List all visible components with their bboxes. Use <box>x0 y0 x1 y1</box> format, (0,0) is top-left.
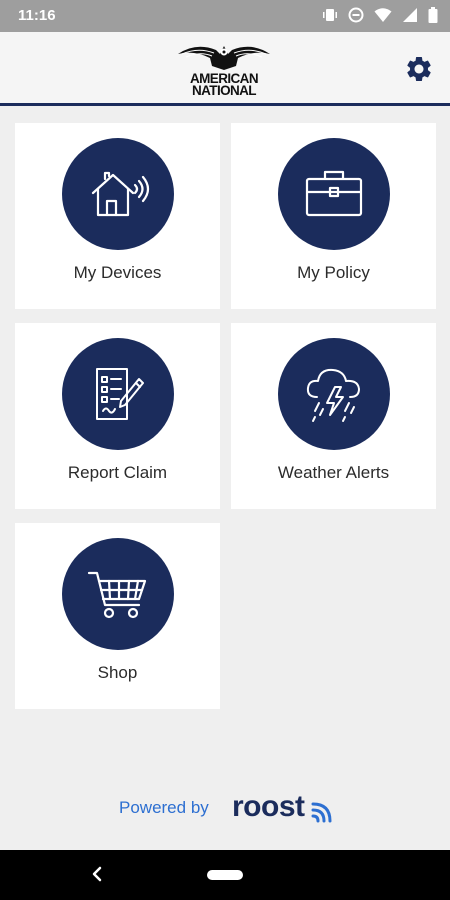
back-chevron-icon <box>92 866 102 882</box>
roost-logo-text: roost <box>232 790 305 823</box>
home-pill-button[interactable] <box>207 870 243 880</box>
weather-alerts-icon-circle <box>278 338 390 450</box>
battery-icon <box>428 7 438 23</box>
smart-home-icon <box>91 171 150 217</box>
powered-by-text: Powered by <box>119 798 209 817</box>
storm-cloud-icon <box>306 368 360 422</box>
shop-tile[interactable]: Shop <box>15 523 220 709</box>
do-not-disturb-icon <box>348 7 364 23</box>
shop-icon-circle <box>62 538 174 650</box>
status-bar: 11:16 <box>0 0 450 32</box>
briefcase-icon <box>305 170 363 217</box>
vibrate-icon <box>322 7 338 23</box>
my-devices-icon-circle <box>62 138 174 250</box>
eagle-icon <box>178 46 270 70</box>
tile-label: My Devices <box>73 263 162 282</box>
tile-label: Report Claim <box>67 463 168 482</box>
status-icons <box>322 7 438 23</box>
powered-by-roost: Powered by roost <box>0 788 450 832</box>
my-policy-tile[interactable]: My Policy <box>231 123 436 309</box>
weather-alerts-tile[interactable]: Weather Alerts <box>231 323 436 509</box>
my-devices-tile[interactable]: My Devices <box>15 123 220 309</box>
tile-label: My Policy <box>297 263 370 282</box>
tile-label: Weather Alerts <box>277 463 390 482</box>
gear-icon <box>407 56 431 81</box>
claim-form-icon <box>96 368 144 420</box>
tile-label: Shop <box>97 663 138 682</box>
status-time: 11:16 <box>18 7 56 24</box>
wifi-icon <box>374 7 392 23</box>
app-header: AMERICAN NATIONAL <box>0 32 450 106</box>
shopping-cart-icon <box>87 571 147 619</box>
signal-icon <box>402 7 418 23</box>
my-policy-icon-circle <box>278 138 390 250</box>
system-nav-bar <box>0 850 450 900</box>
settings-button[interactable] <box>404 54 434 84</box>
back-button[interactable] <box>86 862 110 891</box>
logo-text-line2: NATIONAL <box>192 83 257 98</box>
roost-signal-icon <box>311 802 332 823</box>
report-claim-icon-circle <box>62 338 174 450</box>
american-national-logo: AMERICAN NATIONAL <box>176 40 272 100</box>
report-claim-tile[interactable]: Report Claim <box>15 323 220 509</box>
